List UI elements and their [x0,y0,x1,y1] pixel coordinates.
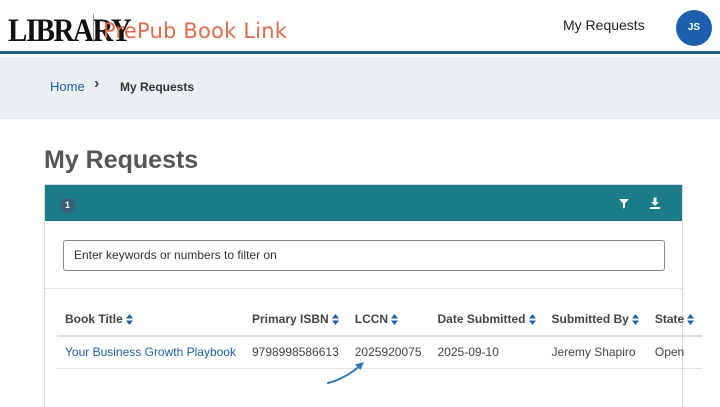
book-title-link[interactable]: Your Business Growth Playbook [65,345,236,359]
result-count-badge: 1 [60,198,75,213]
breadcrumb-current: My Requests [120,80,195,94]
requests-table: Book Title Primary ISBN LCCN Date Submit… [57,303,703,369]
panel-header: 1 [45,185,682,221]
sort-icon[interactable] [331,314,339,326]
table-header-row: Book Title Primary ISBN LCCN Date Submit… [57,303,703,337]
col-state[interactable]: State [646,303,703,337]
top-navigation-bar: LIBRARY PrePub Book Link My Requests JS [0,0,720,54]
sort-icon[interactable] [391,314,399,326]
chevron-right-icon: › [94,75,100,92]
logo-divider [93,14,94,42]
state-cell: Open [646,336,703,369]
col-book-title[interactable]: Book Title [57,303,244,337]
sort-icon[interactable] [528,314,536,326]
user-avatar[interactable]: JS [676,10,712,46]
table-row[interactable]: Your Business Growth Playbook 9798998586… [57,336,703,369]
section-divider [45,288,682,289]
submitted-by-cell: Jeremy Shapiro [543,336,647,369]
app-title[interactable]: PrePub Book Link [103,19,287,43]
filter-icon[interactable] [617,196,631,210]
breadcrumb-home-link[interactable]: Home [50,79,85,94]
page-title: My Requests [44,146,199,174]
sort-icon[interactable] [125,314,133,326]
search-input[interactable]: Enter keywords or numbers to filter on [63,240,665,271]
download-icon[interactable] [648,196,662,210]
sort-icon[interactable] [687,314,695,326]
nav-my-requests-link[interactable]: My Requests [563,17,645,33]
annotation-arrow-icon [327,362,364,384]
breadcrumb: Home › My Requests [0,57,720,119]
col-primary-isbn[interactable]: Primary ISBN [243,303,347,337]
date-cell: 2025-09-10 [429,336,544,369]
col-date-submitted[interactable]: Date Submitted [429,303,544,337]
sort-icon[interactable] [631,314,639,326]
col-lccn[interactable]: LCCN [346,303,430,337]
col-submitted-by[interactable]: Submitted By [543,303,647,337]
